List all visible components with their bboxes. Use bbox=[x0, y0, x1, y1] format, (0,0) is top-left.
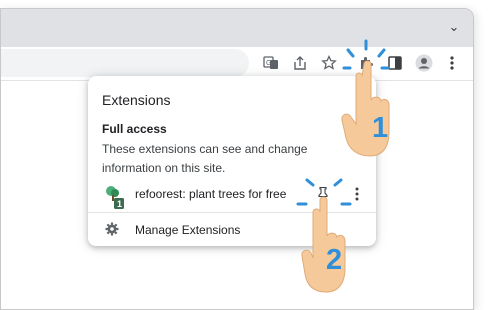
svg-text:G: G bbox=[266, 60, 271, 67]
more-vert-icon[interactable] bbox=[441, 52, 463, 74]
profile-icon[interactable] bbox=[413, 52, 435, 74]
step-number-1: 1 bbox=[372, 112, 389, 144]
share-icon[interactable] bbox=[289, 52, 311, 74]
tree-icon: 1 bbox=[104, 184, 124, 209]
translate-icon[interactable]: G bbox=[260, 52, 282, 74]
extension-badge: 1 bbox=[117, 199, 122, 209]
step-number-2: 2 bbox=[326, 244, 343, 276]
address-bar[interactable] bbox=[1, 49, 249, 77]
chevron-down-icon[interactable]: ⌄ bbox=[445, 18, 463, 36]
gear-icon bbox=[105, 222, 119, 236]
popup-title: Extensions bbox=[102, 92, 171, 108]
full-access-heading: Full access bbox=[102, 122, 167, 136]
extension-more-icon[interactable] bbox=[354, 186, 362, 202]
tab-strip: ⌄ bbox=[1, 9, 473, 47]
extension-name: refoorest: plant trees for free bbox=[135, 187, 287, 201]
manage-extensions-label: Manage Extensions bbox=[135, 223, 241, 237]
